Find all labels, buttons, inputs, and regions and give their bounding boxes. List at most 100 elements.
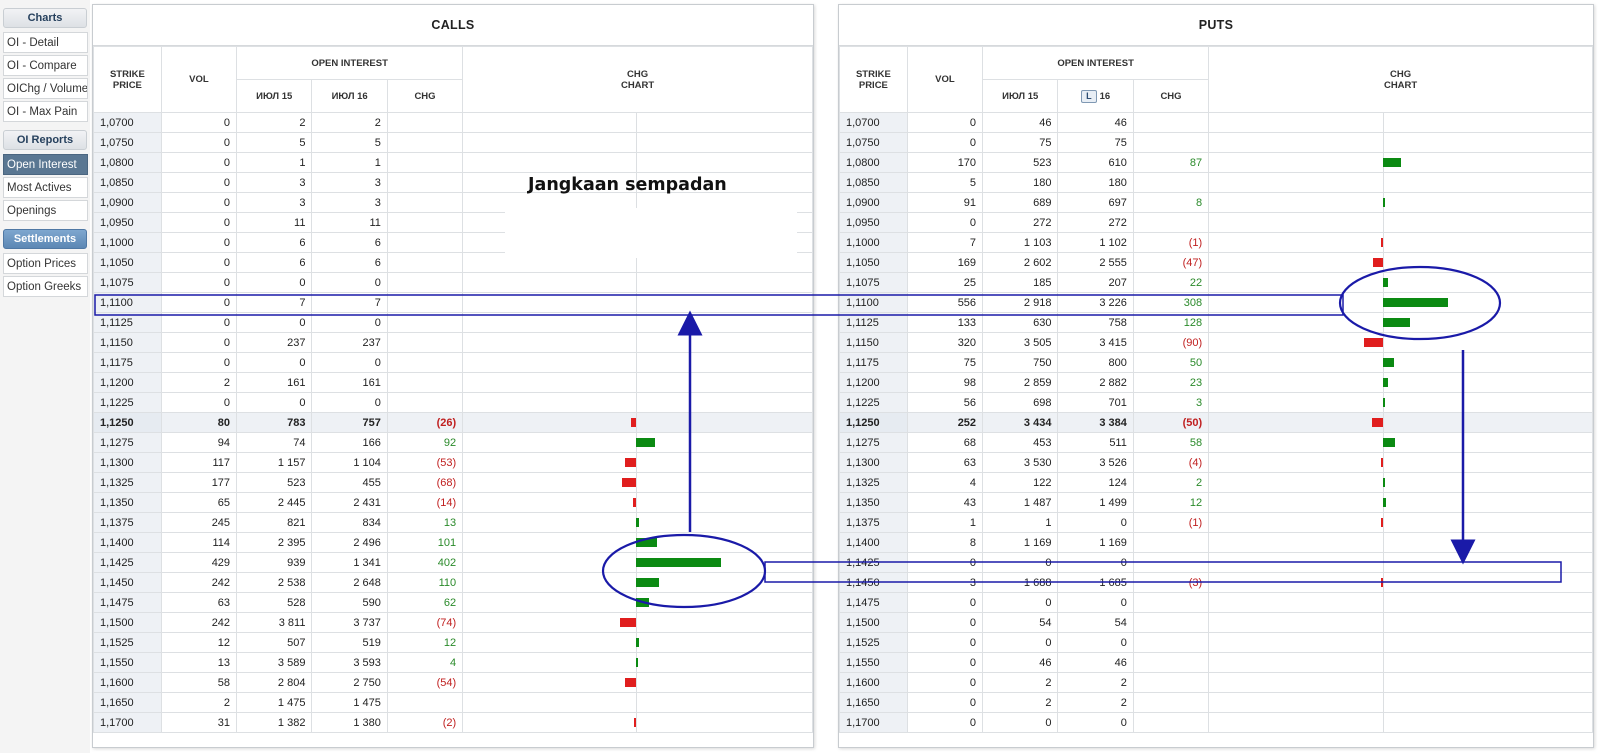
chg-chart-cell bbox=[462, 612, 813, 633]
chg-cell bbox=[386, 152, 464, 173]
strike-cell: 1,1275 bbox=[93, 432, 162, 453]
jul16-cell: 124 bbox=[1057, 472, 1134, 493]
chg-chart-cell bbox=[462, 692, 813, 713]
chg-cell: 58 bbox=[1132, 432, 1210, 453]
strike-cell: 1,1450 bbox=[93, 572, 162, 593]
jul15-cell: 939 bbox=[236, 552, 313, 573]
chg-cell: (26) bbox=[386, 412, 464, 433]
jul15-cell: 5 bbox=[236, 132, 313, 153]
jul16-header: ИЮЛ 16 bbox=[311, 79, 388, 113]
chg-chart-cell bbox=[462, 432, 813, 453]
chg-chart-cell bbox=[1208, 532, 1593, 553]
chart-axis bbox=[636, 193, 638, 212]
table-row: 1,1700 31 1 382 1 380 (2) bbox=[93, 712, 813, 733]
chg-cell: 62 bbox=[386, 592, 464, 613]
table-row: 1,1250 80 783 757 (26) bbox=[93, 412, 813, 433]
chg-chart-cell bbox=[1208, 352, 1593, 373]
table-row: 1,0700 0 46 46 bbox=[839, 112, 1593, 133]
jul15-cell: 2 804 bbox=[236, 672, 313, 693]
strike-cell: 1,1125 bbox=[93, 312, 162, 333]
chg-chart-cell bbox=[1208, 412, 1593, 433]
vol-cell: 0 bbox=[906, 652, 984, 673]
chart-axis bbox=[1383, 253, 1385, 272]
nav-oi-max-pain[interactable]: OI - Max Pain bbox=[3, 101, 88, 122]
table-row: 1,1250 252 3 434 3 384 (50) bbox=[839, 412, 1593, 433]
chart-axis bbox=[1383, 673, 1385, 692]
jul15-cell: 0 bbox=[236, 352, 313, 373]
chg-bar bbox=[1383, 198, 1386, 207]
chg-chart-cell bbox=[462, 412, 813, 433]
jul16-cell: 2 750 bbox=[311, 672, 388, 693]
nav-oi-compare[interactable]: OI - Compare bbox=[3, 55, 88, 76]
nav-open-interest[interactable]: Open Interest bbox=[3, 154, 88, 175]
chg-cell bbox=[1132, 592, 1210, 613]
chg-chart-cell bbox=[1208, 392, 1593, 413]
chg-cell: (14) bbox=[386, 492, 464, 513]
chg-cell: 8 bbox=[1132, 192, 1210, 213]
chart-axis bbox=[1383, 553, 1385, 572]
table-row: 1,1525 0 0 0 bbox=[839, 632, 1593, 653]
jul15-header: ИЮЛ 15 bbox=[236, 79, 313, 113]
chart-axis bbox=[636, 133, 638, 152]
chg-bar bbox=[1383, 478, 1386, 487]
vol-cell: 0 bbox=[160, 152, 238, 173]
table-row: 1,0850 5 180 180 bbox=[839, 172, 1593, 193]
strike-cell: 1,1175 bbox=[839, 352, 908, 373]
chart-axis bbox=[1383, 173, 1385, 192]
jul15-header: ИЮЛ 15 bbox=[982, 79, 1059, 113]
chart-axis bbox=[636, 293, 638, 312]
charts-header[interactable]: Charts bbox=[3, 8, 87, 28]
vol-cell: 4 bbox=[906, 472, 984, 493]
chg-bar bbox=[1383, 278, 1389, 287]
table-row: 1,0850 0 3 3 bbox=[93, 172, 813, 193]
chart-axis bbox=[636, 673, 638, 692]
nav-oi-detail[interactable]: OI - Detail bbox=[3, 32, 88, 53]
strike-cell: 1,1500 bbox=[839, 612, 908, 633]
chg-chart-cell bbox=[1208, 252, 1593, 273]
chart-axis bbox=[1383, 453, 1385, 472]
chg-chart-cell bbox=[462, 292, 813, 313]
chart-axis bbox=[1383, 213, 1385, 232]
chg-chart-cell bbox=[462, 312, 813, 333]
chg-chart-cell bbox=[462, 532, 813, 553]
jul15-cell: 750 bbox=[982, 352, 1059, 373]
vol-cell: 63 bbox=[906, 452, 984, 473]
nav-option-greeks[interactable]: Option Greeks bbox=[3, 276, 88, 297]
table-row: 1,1175 75 750 800 50 bbox=[839, 352, 1593, 373]
strike-cell: 1,1300 bbox=[93, 452, 162, 473]
table-row: 1,1450 242 2 538 2 648 110 bbox=[93, 572, 813, 593]
nav-oichg-volume[interactable]: OIChg / Volume bbox=[3, 78, 88, 99]
vol-cell: 133 bbox=[906, 312, 984, 333]
chg-chart-cell bbox=[1208, 152, 1593, 173]
strike-cell: 1,1400 bbox=[839, 532, 908, 553]
chg-chart-cell bbox=[462, 112, 813, 133]
nav-option-prices[interactable]: Option Prices bbox=[3, 253, 88, 274]
oi-reports-header[interactable]: OI Reports bbox=[3, 130, 87, 150]
jul16-toggle-button[interactable]: L bbox=[1081, 89, 1097, 103]
vol-cell: 117 bbox=[160, 452, 238, 473]
strike-cell: 1,0800 bbox=[93, 152, 162, 173]
table-row: 1,1400 114 2 395 2 496 101 bbox=[93, 532, 813, 553]
table-row: 1,1150 0 237 237 bbox=[93, 332, 813, 353]
chg-cell: 101 bbox=[386, 532, 464, 553]
settlements-header[interactable]: Settlements bbox=[3, 229, 87, 249]
nav-openings[interactable]: Openings bbox=[3, 200, 88, 221]
chg-cell: 128 bbox=[1132, 312, 1210, 333]
nav-most-actives[interactable]: Most Actives bbox=[3, 177, 88, 198]
jul16-cell: 1 bbox=[311, 152, 388, 173]
jul16-header-label: 16 bbox=[1099, 90, 1111, 102]
chg-chart-cell bbox=[462, 152, 813, 173]
chg-cell: 3 bbox=[1132, 392, 1210, 413]
vol-cell: 56 bbox=[906, 392, 984, 413]
table-row: 1,1475 63 528 590 62 bbox=[93, 592, 813, 613]
chg-cell: 2 bbox=[1132, 472, 1210, 493]
strike-cell: 1,1125 bbox=[839, 312, 908, 333]
jul15-cell: 1 475 bbox=[236, 692, 313, 713]
chg-chart-cell bbox=[462, 372, 813, 393]
jul15-cell: 783 bbox=[236, 412, 313, 433]
chart-axis bbox=[1383, 713, 1385, 732]
chg-cell bbox=[386, 192, 464, 213]
chg-chart-cell bbox=[1208, 212, 1593, 233]
vol-cell: 8 bbox=[906, 532, 984, 553]
jul15-cell: 453 bbox=[982, 432, 1059, 453]
